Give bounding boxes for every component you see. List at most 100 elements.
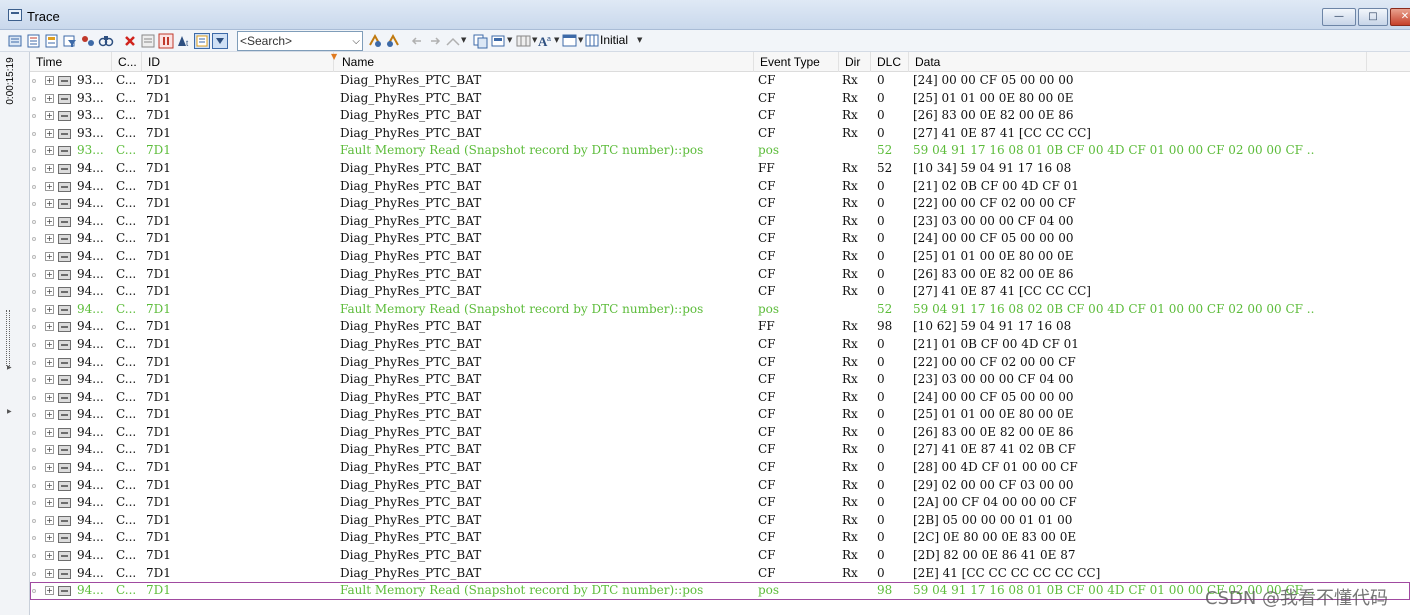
expand-plus-icon[interactable]: + <box>45 427 54 437</box>
expand-plus-icon[interactable]: + <box>45 445 54 455</box>
arrow-right-icon[interactable]: ▶ <box>7 408 12 415</box>
export-icon[interactable] <box>491 33 507 49</box>
expand-plus-icon[interactable]: + <box>45 76 54 85</box>
find-next-icon[interactable] <box>367 33 383 49</box>
table-row[interactable]: +94... C... 7D1 Diag_PhyRes_PTC_BAT CF Rx 0 [25… <box>30 406 1410 424</box>
layout-icon[interactable] <box>585 33 601 49</box>
column-event-type[interactable]: Event Type <box>754 52 839 72</box>
columns-icon[interactable] <box>516 33 532 49</box>
find-icon[interactable] <box>98 33 114 49</box>
expand-plus-icon[interactable]: + <box>45 181 54 191</box>
search-input[interactable] <box>240 33 348 49</box>
expand-plus-icon[interactable]: + <box>45 533 54 543</box>
expand-plus-icon[interactable]: + <box>45 304 54 314</box>
column-dlc[interactable]: DLC <box>871 52 909 72</box>
fixed-position-icon[interactable] <box>44 33 60 49</box>
expand-plus-icon[interactable]: + <box>45 93 54 103</box>
expand-plus-icon[interactable]: + <box>45 269 54 279</box>
back-arrow-icon[interactable] <box>409 33 425 49</box>
filter-icon[interactable] <box>62 33 78 49</box>
expand-plus-icon[interactable]: + <box>45 163 54 173</box>
table-row[interactable]: +94... C... 7D1 Diag_PhyRes_PTC_BAT CF Rx 0 [2A… <box>30 494 1410 512</box>
expand-plus-icon[interactable]: + <box>45 568 54 578</box>
table-row[interactable]: +94... C... 7D1 Diag_PhyRes_PTC_BAT CF Rx 0 [24… <box>30 389 1410 407</box>
expand-plus-icon[interactable]: + <box>45 375 54 385</box>
column-time[interactable]: Time <box>30 52 112 72</box>
view-mode-icon[interactable] <box>8 33 24 49</box>
table-row[interactable]: +93... C... 7D1 Diag_PhyRes_PTC_BAT CF Rx 0 [24… <box>30 72 1410 90</box>
expand-plus-icon[interactable]: + <box>45 586 54 596</box>
maximize-button[interactable]: □ <box>1358 8 1388 26</box>
column-id[interactable]: ID <box>142 52 334 72</box>
table-row[interactable]: +94... C... 7D1 Diag_PhyRes_PTC_BAT FF Rx 52 [1… <box>30 160 1410 178</box>
expand-plus-icon[interactable]: + <box>45 498 54 508</box>
table-row[interactable]: +93... C... 7D1 Diag_PhyRes_PTC_BAT CF Rx 0 [25… <box>30 90 1410 108</box>
search-combobox[interactable]: ⌵ <box>237 31 363 51</box>
chevron-down-icon[interactable]: ▼ <box>554 36 559 44</box>
column-name[interactable]: Name <box>336 52 754 72</box>
chevron-down-icon[interactable]: ▼ <box>637 36 642 44</box>
expand-plus-icon[interactable]: + <box>45 551 54 561</box>
pause-icon[interactable] <box>158 33 174 49</box>
chevron-down-icon[interactable]: ▼ <box>578 36 583 44</box>
splitter-handle[interactable] <box>6 310 10 366</box>
table-row[interactable]: +94... C... 7D1 Diag_PhyRes_PTC_BAT CF Rx 0 [26… <box>30 266 1410 284</box>
table-row[interactable]: +94... C... 7D1 Diag_PhyRes_PTC_BAT CF Rx 0 [23… <box>30 213 1410 231</box>
column-channel[interactable]: C... <box>112 52 142 72</box>
marker-icon[interactable] <box>445 33 461 49</box>
table-row[interactable]: +94... C... 7D1 Diag_PhyRes_PTC_BAT FF Rx 98 [1… <box>30 318 1410 336</box>
expand-plus-icon[interactable]: + <box>45 410 54 420</box>
forward-arrow-icon[interactable] <box>427 33 443 49</box>
auto-scroll-icon[interactable] <box>212 33 228 49</box>
table-row[interactable]: +94... C... 7D1 Diag_PhyRes_PTC_BAT CF Rx 0 [2D… <box>30 547 1410 565</box>
column-data[interactable]: Data <box>909 52 1367 72</box>
expand-plus-icon[interactable]: + <box>45 392 54 402</box>
table-row[interactable]: +94... C... 7D1 Diag_PhyRes_PTC_BAT CF Rx 0 [26… <box>30 424 1410 442</box>
table-row[interactable]: +94... C... 7D1 Diag_PhyRes_PTC_BAT CF Rx 0 [22… <box>30 195 1410 213</box>
expand-plus-icon[interactable]: + <box>45 287 54 297</box>
chevron-down-icon[interactable]: ⌵ <box>352 36 360 47</box>
expand-plus-icon[interactable]: + <box>45 322 54 332</box>
table-row[interactable]: +94... C... 7D1 Diag_PhyRes_PTC_BAT CF Rx 0 [27… <box>30 441 1410 459</box>
expand-plus-icon[interactable]: + <box>45 234 54 244</box>
chronological-icon[interactable] <box>26 33 42 49</box>
table-row[interactable]: +93... C... 7D1 Diag_PhyRes_PTC_BAT CF Rx 0 [27… <box>30 125 1410 143</box>
table-row[interactable]: +94... C... 7D1 Diag_PhyRes_PTC_BAT CF Rx 0 [21… <box>30 178 1410 196</box>
expand-plus-icon[interactable]: + <box>45 111 54 121</box>
chevron-down-icon[interactable]: ▼ <box>507 36 512 44</box>
copy-icon[interactable] <box>473 33 489 49</box>
table-row[interactable]: +93... C... 7D1 Diag_PhyRes_PTC_BAT CF Rx 0 [26… <box>30 107 1410 125</box>
arrow-right-icon[interactable]: ▶ <box>7 364 12 371</box>
expand-plus-icon[interactable]: + <box>45 463 54 473</box>
expand-plus-icon[interactable]: + <box>45 357 54 367</box>
chevron-down-icon[interactable]: ▼ <box>461 36 466 44</box>
expand-plus-icon[interactable]: + <box>45 515 54 525</box>
close-button[interactable]: ✕ <box>1390 8 1410 26</box>
expand-plus-icon[interactable]: + <box>45 146 54 156</box>
table-row[interactable]: +94... C... 7D1 Diag_PhyRes_PTC_BAT CF Rx 0 [21… <box>30 336 1410 354</box>
find-previous-icon[interactable] <box>385 33 401 49</box>
expand-plus-icon[interactable]: + <box>45 251 54 261</box>
table-row[interactable]: +94... C... 7D1 Fault Memory Read (Snapshot… <box>30 301 1410 319</box>
network-filter-icon[interactable] <box>80 33 96 49</box>
chevron-down-icon[interactable]: ▼ <box>532 36 537 44</box>
table-row[interactable]: +94... C... 7D1 Fault Memory Read (Snapshot… <box>30 582 1410 600</box>
show-symbols-icon[interactable] <box>194 33 210 49</box>
expand-plus-icon[interactable]: + <box>45 199 54 209</box>
detail-view-icon[interactable] <box>140 33 156 49</box>
table-row[interactable]: +94... C... 7D1 Diag_PhyRes_PTC_BAT CF Rx 0 [23… <box>30 371 1410 389</box>
table-row[interactable]: +93... C... 7D1 Fault Memory Read (Snapshot… <box>30 142 1410 160</box>
table-row[interactable]: +94... C... 7D1 Diag_PhyRes_PTC_BAT CF Rx 0 [2B… <box>30 512 1410 530</box>
clear-icon[interactable] <box>122 33 138 49</box>
expand-plus-icon[interactable]: + <box>45 128 54 138</box>
table-row[interactable]: +94... C... 7D1 Diag_PhyRes_PTC_BAT CF Rx 0 [22… <box>30 354 1410 372</box>
minimize-button[interactable]: — <box>1322 8 1356 26</box>
table-row[interactable]: +94... C... 7D1 Diag_PhyRes_PTC_BAT CF Rx 0 [24… <box>30 230 1410 248</box>
expand-plus-icon[interactable]: + <box>45 216 54 226</box>
font-icon[interactable]: Aa <box>538 33 554 49</box>
table-row[interactable]: +94... C... 7D1 Diag_PhyRes_PTC_BAT CF Rx 0 [28… <box>30 459 1410 477</box>
layout-selector-label[interactable]: Initial <box>600 33 628 47</box>
table-row[interactable]: +94... C... 7D1 Diag_PhyRes_PTC_BAT CF Rx 0 [25… <box>30 248 1410 266</box>
window-layout-icon[interactable] <box>562 33 578 49</box>
table-row[interactable]: +94... C... 7D1 Diag_PhyRes_PTC_BAT CF Rx 0 [2E… <box>30 565 1410 583</box>
